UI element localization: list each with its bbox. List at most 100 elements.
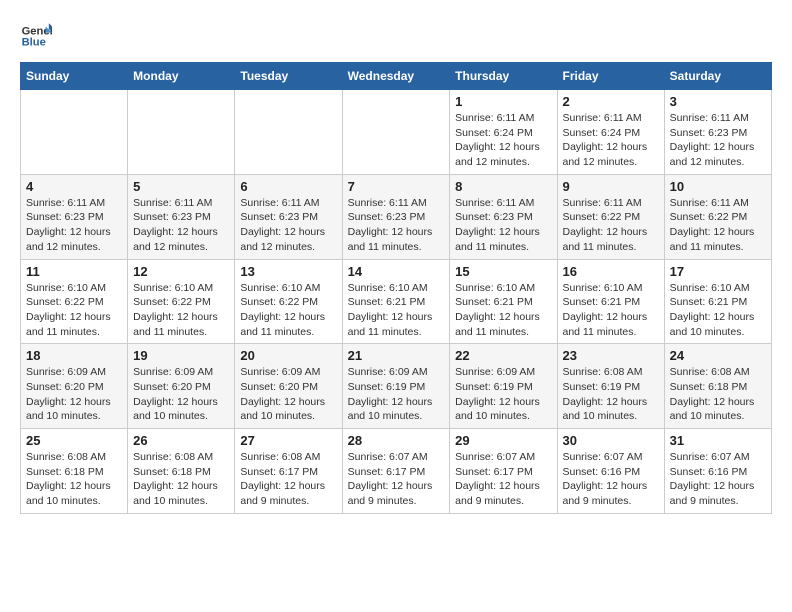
calendar-cell: 16 Sunrise: 6:10 AM Sunset: 6:21 PM Dayli… xyxy=(557,259,664,344)
week-row-4: 25 Sunrise: 6:08 AM Sunset: 6:18 PM Dayli… xyxy=(21,429,772,514)
day-number: 17 xyxy=(670,264,766,279)
day-number: 13 xyxy=(240,264,336,279)
weekday-header-wednesday: Wednesday xyxy=(342,63,450,90)
weekday-header-sunday: Sunday xyxy=(21,63,128,90)
calendar-cell: 6 Sunrise: 6:11 AM Sunset: 6:23 PM Daylig… xyxy=(235,174,342,259)
header: General Blue xyxy=(20,20,772,52)
day-info: Sunrise: 6:11 AM Sunset: 6:23 PM Dayligh… xyxy=(348,196,445,255)
day-number: 3 xyxy=(670,94,766,109)
day-number: 31 xyxy=(670,433,766,448)
day-info: Sunrise: 6:11 AM Sunset: 6:24 PM Dayligh… xyxy=(455,111,551,170)
day-info: Sunrise: 6:09 AM Sunset: 6:20 PM Dayligh… xyxy=(26,365,122,424)
calendar-cell: 27Sunrise: 6:08 AM Sunset: 6:17 PM Dayli… xyxy=(235,429,342,514)
day-info: Sunrise: 6:09 AM Sunset: 6:20 PM Dayligh… xyxy=(240,365,336,424)
calendar-cell: 8 Sunrise: 6:11 AM Sunset: 6:23 PM Daylig… xyxy=(450,174,557,259)
svg-text:Blue: Blue xyxy=(22,37,46,49)
weekday-header-thursday: Thursday xyxy=(450,63,557,90)
day-number: 22 xyxy=(455,348,551,363)
day-info: Sunrise: 6:08 AM Sunset: 6:17 PM Dayligh… xyxy=(240,450,336,509)
calendar-cell: 14Sunrise: 6:10 AM Sunset: 6:21 PM Dayli… xyxy=(342,259,450,344)
day-number: 1 xyxy=(455,94,551,109)
day-number: 15 xyxy=(455,264,551,279)
day-info: Sunrise: 6:11 AM Sunset: 6:23 PM Dayligh… xyxy=(240,196,336,255)
calendar-cell: 11 Sunrise: 6:10 AM Sunset: 6:22 PM Dayli… xyxy=(21,259,128,344)
day-info: Sunrise: 6:10 AM Sunset: 6:21 PM Dayligh… xyxy=(455,281,551,340)
calendar-cell: 2 Sunrise: 6:11 AM Sunset: 6:24 PM Daylig… xyxy=(557,90,664,175)
calendar-cell xyxy=(342,90,450,175)
day-info: Sunrise: 6:09 AM Sunset: 6:19 PM Dayligh… xyxy=(348,365,445,424)
weekday-header-row: SundayMondayTuesdayWednesdayThursdayFrid… xyxy=(21,63,772,90)
day-number: 9 xyxy=(563,179,659,194)
calendar-cell xyxy=(235,90,342,175)
day-number: 7 xyxy=(348,179,445,194)
calendar-cell: 9 Sunrise: 6:11 AM Sunset: 6:22 PM Daylig… xyxy=(557,174,664,259)
logo: General Blue xyxy=(20,20,56,52)
day-number: 4 xyxy=(26,179,122,194)
day-info: Sunrise: 6:09 AM Sunset: 6:19 PM Dayligh… xyxy=(455,365,551,424)
day-info: Sunrise: 6:07 AM Sunset: 6:16 PM Dayligh… xyxy=(563,450,659,509)
day-info: Sunrise: 6:08 AM Sunset: 6:18 PM Dayligh… xyxy=(670,365,766,424)
day-number: 24 xyxy=(670,348,766,363)
day-number: 28 xyxy=(348,433,445,448)
calendar-cell: 7 Sunrise: 6:11 AM Sunset: 6:23 PM Daylig… xyxy=(342,174,450,259)
week-row-3: 18 Sunrise: 6:09 AM Sunset: 6:20 PM Dayli… xyxy=(21,344,772,429)
week-row-0: 1 Sunrise: 6:11 AM Sunset: 6:24 PM Daylig… xyxy=(21,90,772,175)
day-info: Sunrise: 6:07 AM Sunset: 6:17 PM Dayligh… xyxy=(348,450,445,509)
day-number: 8 xyxy=(455,179,551,194)
day-number: 19 xyxy=(133,348,229,363)
day-number: 10 xyxy=(670,179,766,194)
day-number: 23 xyxy=(563,348,659,363)
week-row-1: 4 Sunrise: 6:11 AM Sunset: 6:23 PM Daylig… xyxy=(21,174,772,259)
calendar-cell: 18 Sunrise: 6:09 AM Sunset: 6:20 PM Dayli… xyxy=(21,344,128,429)
day-info: Sunrise: 6:11 AM Sunset: 6:22 PM Dayligh… xyxy=(670,196,766,255)
calendar-cell: 26Sunrise: 6:08 AM Sunset: 6:18 PM Dayli… xyxy=(128,429,235,514)
calendar-cell: 19 Sunrise: 6:09 AM Sunset: 6:20 PM Dayli… xyxy=(128,344,235,429)
day-number: 21 xyxy=(348,348,445,363)
day-number: 20 xyxy=(240,348,336,363)
day-number: 11 xyxy=(26,264,122,279)
day-info: Sunrise: 6:07 AM Sunset: 6:16 PM Dayligh… xyxy=(670,450,766,509)
calendar-cell: 30 Sunrise: 6:07 AM Sunset: 6:16 PM Dayli… xyxy=(557,429,664,514)
calendar-cell: 3Sunrise: 6:11 AM Sunset: 6:23 PM Daylig… xyxy=(664,90,771,175)
day-info: Sunrise: 6:09 AM Sunset: 6:20 PM Dayligh… xyxy=(133,365,229,424)
calendar-cell: 15 Sunrise: 6:10 AM Sunset: 6:21 PM Dayli… xyxy=(450,259,557,344)
day-number: 30 xyxy=(563,433,659,448)
calendar-cell: 29Sunrise: 6:07 AM Sunset: 6:17 PM Dayli… xyxy=(450,429,557,514)
day-info: Sunrise: 6:11 AM Sunset: 6:23 PM Dayligh… xyxy=(455,196,551,255)
day-number: 25 xyxy=(26,433,122,448)
logo-icon: General Blue xyxy=(20,20,52,52)
calendar-cell: 4 Sunrise: 6:11 AM Sunset: 6:23 PM Daylig… xyxy=(21,174,128,259)
weekday-header-saturday: Saturday xyxy=(664,63,771,90)
calendar-cell: 20 Sunrise: 6:09 AM Sunset: 6:20 PM Dayli… xyxy=(235,344,342,429)
day-info: Sunrise: 6:08 AM Sunset: 6:18 PM Dayligh… xyxy=(133,450,229,509)
day-info: Sunrise: 6:10 AM Sunset: 6:21 PM Dayligh… xyxy=(670,281,766,340)
day-info: Sunrise: 6:11 AM Sunset: 6:22 PM Dayligh… xyxy=(563,196,659,255)
day-info: Sunrise: 6:11 AM Sunset: 6:23 PM Dayligh… xyxy=(26,196,122,255)
calendar-cell: 25 Sunrise: 6:08 AM Sunset: 6:18 PM Dayli… xyxy=(21,429,128,514)
calendar-cell: 1 Sunrise: 6:11 AM Sunset: 6:24 PM Daylig… xyxy=(450,90,557,175)
day-number: 5 xyxy=(133,179,229,194)
calendar-cell: 22 Sunrise: 6:09 AM Sunset: 6:19 PM Dayli… xyxy=(450,344,557,429)
day-info: Sunrise: 6:11 AM Sunset: 6:24 PM Dayligh… xyxy=(563,111,659,170)
calendar-body: 1 Sunrise: 6:11 AM Sunset: 6:24 PM Daylig… xyxy=(21,90,772,514)
calendar-cell: 13Sunrise: 6:10 AM Sunset: 6:22 PM Dayli… xyxy=(235,259,342,344)
calendar-cell: 21 Sunrise: 6:09 AM Sunset: 6:19 PM Dayli… xyxy=(342,344,450,429)
day-number: 6 xyxy=(240,179,336,194)
day-info: Sunrise: 6:10 AM Sunset: 6:22 PM Dayligh… xyxy=(26,281,122,340)
day-info: Sunrise: 6:07 AM Sunset: 6:17 PM Dayligh… xyxy=(455,450,551,509)
day-number: 18 xyxy=(26,348,122,363)
day-number: 2 xyxy=(563,94,659,109)
calendar-cell: 17 Sunrise: 6:10 AM Sunset: 6:21 PM Dayli… xyxy=(664,259,771,344)
day-info: Sunrise: 6:08 AM Sunset: 6:19 PM Dayligh… xyxy=(563,365,659,424)
day-info: Sunrise: 6:10 AM Sunset: 6:21 PM Dayligh… xyxy=(348,281,445,340)
calendar-cell xyxy=(21,90,128,175)
day-number: 16 xyxy=(563,264,659,279)
day-info: Sunrise: 6:10 AM Sunset: 6:21 PM Dayligh… xyxy=(563,281,659,340)
calendar-cell: 24 Sunrise: 6:08 AM Sunset: 6:18 PM Dayli… xyxy=(664,344,771,429)
calendar-cell: 5 Sunrise: 6:11 AM Sunset: 6:23 PM Daylig… xyxy=(128,174,235,259)
calendar-cell: 28 Sunrise: 6:07 AM Sunset: 6:17 PM Dayli… xyxy=(342,429,450,514)
day-info: Sunrise: 6:08 AM Sunset: 6:18 PM Dayligh… xyxy=(26,450,122,509)
calendar-table: SundayMondayTuesdayWednesdayThursdayFrid… xyxy=(20,62,772,514)
day-info: Sunrise: 6:10 AM Sunset: 6:22 PM Dayligh… xyxy=(133,281,229,340)
day-info: Sunrise: 6:11 AM Sunset: 6:23 PM Dayligh… xyxy=(133,196,229,255)
